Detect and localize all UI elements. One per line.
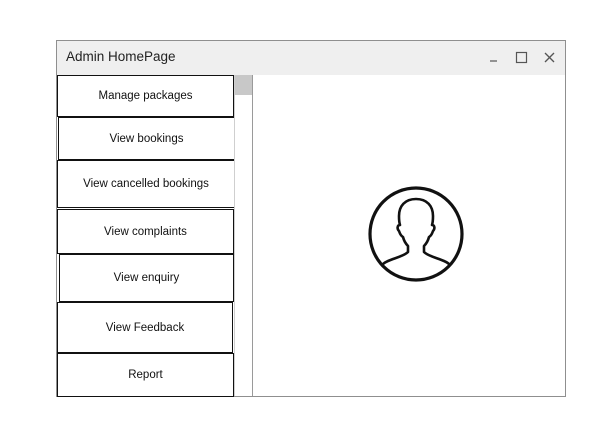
sidebar-nav: Manage packages View bookings View cance… bbox=[57, 75, 235, 397]
close-icon[interactable] bbox=[540, 48, 558, 66]
scrollbar-thumb[interactable] bbox=[235, 75, 252, 95]
report-button[interactable]: Report bbox=[57, 353, 234, 397]
view-cancelled-bookings-button[interactable]: View cancelled bookings bbox=[57, 160, 235, 208]
minimize-icon[interactable] bbox=[485, 48, 503, 66]
maximize-icon[interactable] bbox=[512, 48, 530, 66]
user-silhouette-icon bbox=[367, 185, 465, 283]
view-feedback-button[interactable]: View Feedback bbox=[57, 302, 233, 353]
manage-packages-button[interactable]: Manage packages bbox=[57, 75, 234, 117]
view-bookings-button[interactable]: View bookings bbox=[58, 117, 235, 160]
view-enquiry-button[interactable]: View enquiry bbox=[59, 254, 234, 302]
title-bar[interactable]: Admin HomePage bbox=[57, 41, 565, 75]
main-content bbox=[253, 75, 565, 396]
sidebar-scrollbar[interactable] bbox=[234, 75, 253, 396]
admin-window: Admin HomePage Manage packages View book… bbox=[56, 40, 566, 397]
window-title: Admin HomePage bbox=[66, 49, 176, 64]
view-complaints-button[interactable]: View complaints bbox=[57, 209, 234, 254]
